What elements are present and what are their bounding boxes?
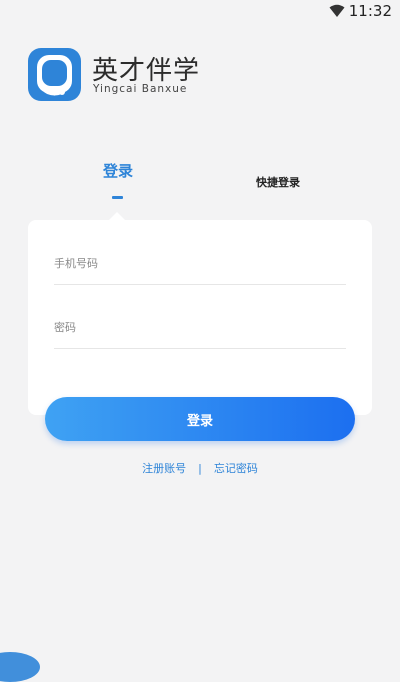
tab-login[interactable]: 登录 [103,160,133,181]
phone-field [54,244,346,285]
active-tab-indicator [112,196,123,199]
login-form-card [28,220,372,415]
wifi-icon [329,4,345,17]
brand-english-name: Yingcai Banxue [93,83,188,95]
login-button[interactable]: 登录 [45,397,355,441]
register-link[interactable]: 注册账号 [142,462,186,475]
status-time: 11:32 [348,2,392,20]
forgot-password-link[interactable]: 忘记密码 [214,462,258,475]
decorative-bottom-arc [0,652,40,682]
phone-input[interactable] [54,244,346,282]
status-bar: 11:32 [0,0,400,22]
tab-pointer [109,212,125,220]
brand-name: 英才伴学 [92,56,201,86]
link-separator: | [198,462,202,475]
headset-avatar-logo-icon [28,48,81,101]
tab-quick-login[interactable]: 快捷登录 [256,174,300,190]
password-input[interactable] [54,308,346,346]
account-links: 注册账号 | 忘记密码 [0,460,400,476]
password-field [54,308,346,349]
